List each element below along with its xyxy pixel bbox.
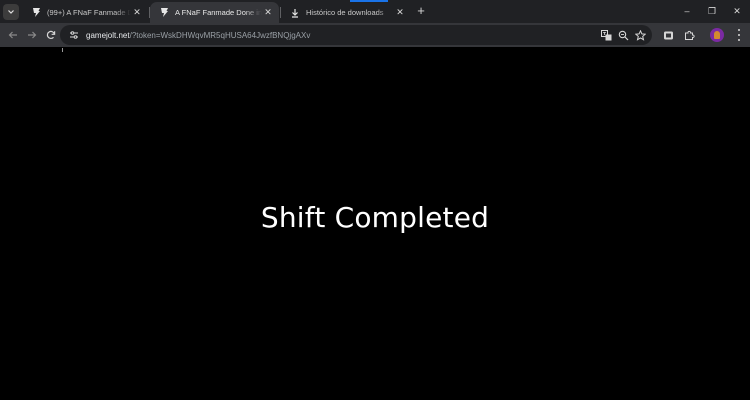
tab-loading-accent (350, 0, 388, 2)
puzzle-icon (684, 30, 695, 40)
chevron-down-icon (8, 10, 14, 14)
extension-icon (663, 31, 673, 39)
extensions-menu-button[interactable] (682, 28, 696, 42)
gamejolt-icon (158, 7, 170, 19)
back-button[interactable] (6, 28, 20, 42)
close-icon[interactable]: ✕ (131, 7, 143, 19)
address-url: gamejolt.net/?token=WskDHWqvMR5qHUSA64Jw… (86, 31, 310, 40)
tab-strip: (99+) A FNaF Fanmade Done in 2 Hours ✕ A… (0, 0, 750, 23)
site-settings-icon[interactable] (68, 29, 80, 41)
reload-button[interactable] (44, 28, 58, 42)
gamejolt-icon (30, 7, 42, 19)
reload-icon (46, 30, 56, 40)
tab-title: (99+) A FNaF Fanmade Done in 2 Hours (47, 8, 131, 17)
tab-fanmade-2[interactable]: A FNaF Fanmade Done in 2 Hours ✕ (150, 2, 279, 23)
tab-title: A FNaF Fanmade Done in 2 Hours (175, 8, 262, 17)
close-window-button[interactable]: ✕ (730, 4, 744, 18)
address-host: gamejolt.net (86, 30, 130, 40)
browser-menu-button[interactable] (735, 28, 743, 42)
dot (738, 38, 740, 41)
new-tab-button[interactable]: + (414, 4, 428, 18)
game-canvas[interactable]: Shift Completed (0, 47, 750, 400)
translate-icon[interactable] (600, 29, 612, 41)
tab-fanmade-1[interactable]: (99+) A FNaF Fanmade Done in 2 Hours ✕ (22, 2, 148, 23)
shift-completed-message: Shift Completed (260, 201, 490, 234)
forward-button[interactable] (25, 28, 39, 42)
download-icon (289, 7, 301, 19)
extension-button[interactable] (661, 28, 675, 42)
dot (738, 29, 740, 32)
dot (738, 33, 740, 36)
tab-title: Histórico de downloads (306, 8, 384, 17)
restore-button[interactable]: ❐ (705, 4, 719, 18)
arrow-left-icon (8, 31, 17, 39)
tab-search-button[interactable] (3, 4, 19, 20)
browser-toolbar: gamejolt.net/?token=WskDHWqvMR5qHUSA64Jw… (0, 23, 750, 47)
zoom-icon[interactable] (617, 29, 629, 41)
bookmark-star-icon[interactable] (634, 29, 646, 41)
address-path: /?token=WskDHWqvMR5qHUSA64JwzfBNQjgAXv (129, 30, 311, 40)
address-bar[interactable]: gamejolt.net/?token=WskDHWqvMR5qHUSA64Jw… (60, 25, 652, 45)
close-icon[interactable]: ✕ (262, 7, 274, 19)
close-icon[interactable]: ✕ (394, 7, 406, 19)
profile-avatar[interactable] (710, 28, 724, 42)
text-cursor (62, 48, 63, 52)
minimize-button[interactable]: – (680, 4, 694, 18)
tab-downloads[interactable]: Histórico de downloads ✕ (281, 2, 411, 23)
arrow-right-icon (28, 31, 37, 39)
